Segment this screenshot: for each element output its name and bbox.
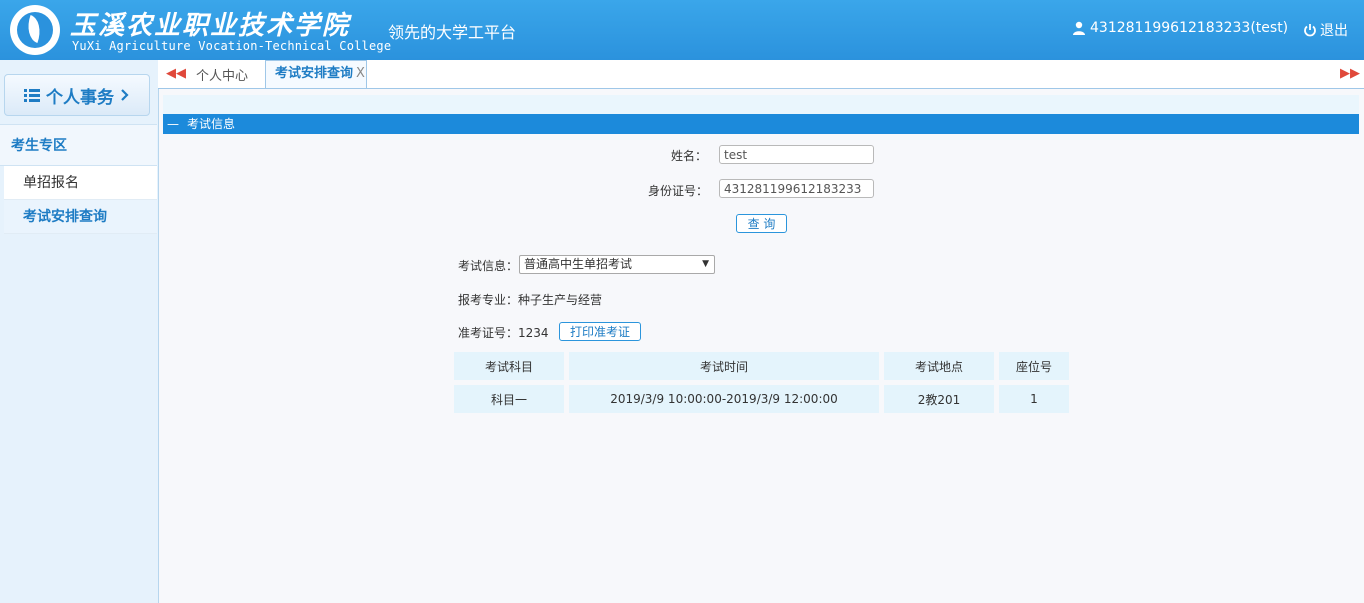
- list-icon: [24, 89, 40, 102]
- table-header-seat: 座位号: [999, 352, 1069, 380]
- exam-info-select[interactable]: 普通高中生单招考试 ▼: [519, 255, 715, 274]
- exam-info-selected: 普通高中生单招考试: [524, 257, 633, 271]
- table-header-subject: 考试科目: [454, 352, 564, 380]
- major-text: 报考专业：种子生产与经营: [458, 293, 603, 307]
- sidebar-item-single-enroll[interactable]: 单招报名: [4, 166, 157, 200]
- tab-personal-center[interactable]: 个人中心: [196, 65, 248, 84]
- table-header-time: 考试时间: [569, 352, 879, 380]
- section-title: 考试信息: [187, 117, 236, 131]
- logout-label: 退出: [1320, 23, 1348, 39]
- college-name-en: YuXi Agriculture Vocation-Technical Coll…: [72, 39, 392, 53]
- query-button[interactable]: 查 询: [736, 214, 787, 233]
- double-arrow-right-icon[interactable]: ▶▶: [1340, 66, 1360, 81]
- sidebar-title: 个人事务: [46, 87, 114, 108]
- print-ticket-button[interactable]: 打印准考证: [559, 322, 641, 341]
- user-info[interactable]: 431281199612183233(test): [1072, 20, 1288, 36]
- tab-bar: ◀◀ 个人中心 考试安排查询 X ▶▶: [158, 60, 1364, 89]
- table-cell-seat: 1: [999, 385, 1069, 413]
- power-icon: [1304, 24, 1316, 37]
- tab-exam-schedule[interactable]: 考试安排查询 X: [265, 60, 367, 88]
- section-dash: —: [167, 117, 179, 131]
- table-cell-subject: 科目一: [454, 385, 564, 413]
- section-header: — 考试信息: [163, 114, 1359, 134]
- id-label: 身份证号：: [648, 184, 709, 198]
- name-input[interactable]: [719, 145, 874, 164]
- logout-button[interactable]: 退出: [1303, 20, 1348, 40]
- chevron-right-icon: [121, 89, 129, 101]
- user-label: 431281199612183233(test): [1090, 20, 1289, 36]
- name-label: 姓名：: [671, 149, 708, 163]
- close-icon[interactable]: X: [356, 61, 365, 87]
- college-name-cn: 玉溪农业职业技术学院: [70, 11, 351, 41]
- table-header-location: 考试地点: [884, 352, 994, 380]
- double-arrow-left-icon[interactable]: ◀◀: [166, 66, 186, 81]
- id-number-input[interactable]: [719, 179, 874, 198]
- exam-info-label: 考试信息：: [458, 259, 519, 273]
- sidebar-menu-personal-affairs[interactable]: 个人事务: [4, 74, 150, 116]
- ticket-text: 准考证号：1234: [458, 326, 549, 340]
- top-header: 玉溪农业职业技术学院 YuXi Agriculture Vocation-Tec…: [0, 0, 1364, 60]
- table-cell-location: 2教201: [884, 385, 994, 413]
- sidebar-group-candidate[interactable]: 考生专区: [0, 124, 157, 166]
- content-top-strip: [163, 95, 1359, 114]
- tab-exam-schedule-label: 考试安排查询: [275, 66, 354, 81]
- table-cell-time: 2019/3/9 10:00:00-2019/3/9 12:00:00: [569, 385, 879, 413]
- dropdown-arrow-icon: ▼: [702, 259, 709, 269]
- platform-title: 领先的大学工平台: [388, 23, 517, 42]
- user-icon: [1073, 21, 1085, 35]
- sidebar: 个人事务 考生专区 单招报名 考试安排查询: [0, 60, 159, 603]
- sidebar-item-exam-schedule[interactable]: 考试安排查询: [4, 200, 157, 234]
